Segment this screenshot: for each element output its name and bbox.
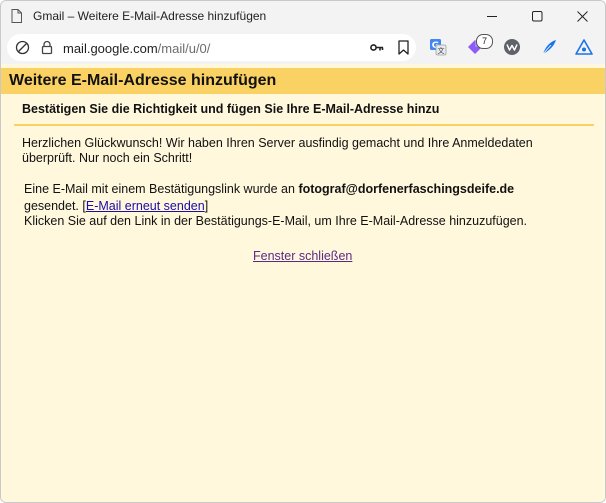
page-content: Weitere E-Mail-Adresse hinzufügen Bestät… bbox=[1, 64, 605, 502]
extension-badge: 7 bbox=[476, 34, 493, 49]
bookmark-icon[interactable] bbox=[398, 40, 409, 55]
page-icon bbox=[11, 9, 22, 23]
page-header: Weitere E-Mail-Adresse hinzufügen bbox=[1, 68, 605, 94]
close-window-button[interactable] bbox=[559, 1, 605, 32]
congrats-text-line1: Herzlichen Glückwunsch! Wir haben Ihren … bbox=[22, 136, 533, 150]
url-bar[interactable]: mail.google.com/mail/u/0/ bbox=[7, 34, 416, 61]
minimize-button[interactable] bbox=[469, 1, 515, 32]
url-domain: mail.google.com bbox=[63, 41, 158, 56]
maximize-icon bbox=[531, 11, 542, 22]
resend-email-link[interactable]: E-Mail erneut senden bbox=[86, 199, 205, 213]
minimize-icon bbox=[486, 16, 497, 17]
sent-suffix: gesendet. [ bbox=[24, 199, 86, 213]
translate-icon: G 文 bbox=[430, 39, 447, 56]
browser-window: Gmail – Weitere E-Mail-Adresse hinzufüge… bbox=[0, 0, 606, 503]
feather-extension-icon bbox=[542, 40, 556, 55]
instruction-text: Klicken Sie auf den Link in der Bestätig… bbox=[24, 214, 528, 228]
divider bbox=[14, 124, 594, 126]
triangle-extension-button[interactable] bbox=[574, 37, 594, 57]
maximize-button[interactable] bbox=[514, 1, 560, 32]
title-bar: Gmail – Weitere E-Mail-Adresse hinzufüge… bbox=[1, 1, 605, 32]
email-address: fotograf@dorfenerfaschingsdeife.de bbox=[298, 182, 515, 196]
w-extension-icon bbox=[504, 39, 520, 55]
congrats-text-line2: überprüft. Nur noch ein Schritt! bbox=[22, 151, 193, 165]
page-subtitle: Bestätigen Sie die Richtigkeit und fügen… bbox=[22, 102, 440, 116]
url-text[interactable]: mail.google.com/mail/u/0/ bbox=[63, 41, 210, 56]
page-title: Weitere E-Mail-Adresse hinzufügen bbox=[9, 72, 277, 89]
svg-text:文: 文 bbox=[438, 46, 445, 55]
lock-icon[interactable] bbox=[41, 40, 53, 55]
triangle-extension-icon bbox=[575, 39, 593, 55]
confirmation-sent-text: Eine E-Mail mit einem Bestätigungslink w… bbox=[24, 182, 514, 196]
address-row: mail.google.com/mail/u/0/ G 文 7 bbox=[1, 32, 605, 64]
close-icon bbox=[576, 11, 588, 22]
translate-extension-button[interactable]: G 文 bbox=[428, 37, 448, 57]
site-info-icon[interactable] bbox=[15, 40, 30, 55]
window-title: Gmail – Weitere E-Mail-Adresse hinzufüge… bbox=[33, 9, 267, 23]
sent-line: gesendet. [E-Mail erneut senden] bbox=[24, 199, 208, 213]
bracket-close: ] bbox=[204, 199, 209, 213]
sent-prefix: Eine E-Mail mit einem Bestätigungslink w… bbox=[24, 182, 299, 196]
w-extension-button[interactable] bbox=[502, 37, 522, 57]
key-icon[interactable] bbox=[370, 41, 384, 54]
url-path: /mail/u/0/ bbox=[157, 41, 211, 56]
feather-extension-button[interactable] bbox=[539, 37, 559, 57]
close-window-link[interactable]: Fenster schließen bbox=[253, 249, 352, 263]
